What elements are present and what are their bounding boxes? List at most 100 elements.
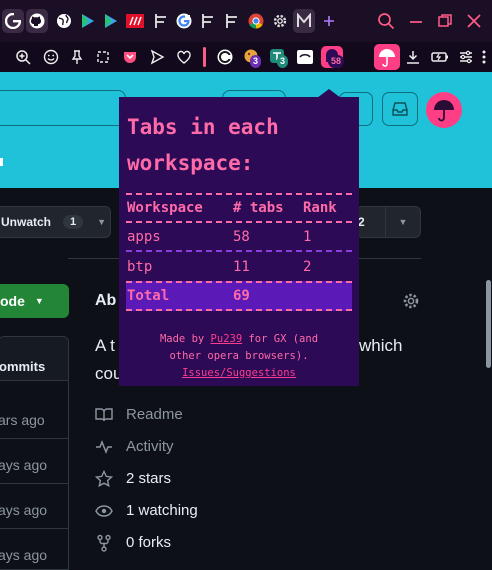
tab-github[interactable]	[26, 9, 48, 33]
avatar[interactable]	[426, 92, 462, 128]
sliders-icon	[460, 50, 472, 64]
new-tab-button[interactable]	[318, 9, 340, 33]
code-button[interactable]: ode ▼	[0, 284, 69, 318]
readme-label: Readme	[126, 406, 183, 423]
stars-label: 2 stars	[126, 470, 172, 487]
tab-tree-2[interactable]	[197, 9, 219, 33]
tab-google-2[interactable]	[173, 9, 195, 33]
description-start: A t	[95, 336, 115, 355]
pocket-button[interactable]	[119, 46, 141, 68]
gear-icon	[403, 293, 419, 309]
tab-google[interactable]	[2, 9, 24, 33]
forks-label: 0 forks	[126, 534, 172, 551]
profile-extension-button[interactable]	[374, 44, 400, 70]
table-row: btp 11 2	[126, 252, 352, 281]
emoji-button[interactable]	[40, 46, 62, 68]
nav-marker	[0, 158, 3, 166]
zoom-icon	[16, 50, 31, 65]
chrome-icon	[248, 13, 264, 29]
extension-a-button[interactable]: 3	[241, 46, 263, 68]
tab-search-button[interactable]	[375, 10, 397, 32]
tab-tree[interactable]	[150, 9, 172, 33]
minimize-button[interactable]	[405, 10, 427, 32]
tab-news[interactable]	[124, 9, 146, 33]
tab-bar	[0, 0, 492, 42]
watching-label: 1 watching	[126, 502, 198, 519]
footer-prefix: Made by	[159, 333, 211, 345]
tab-play-store[interactable]	[77, 9, 99, 33]
play-store-icon	[105, 14, 117, 28]
popup-title: Tabs in each workspace:	[127, 109, 279, 181]
tab-tree-3[interactable]	[221, 9, 243, 33]
minimize-icon	[410, 21, 422, 23]
globe-icon	[57, 14, 71, 28]
fork-dropdown-button[interactable]: ▼	[385, 206, 421, 238]
extension-c-button[interactable]	[214, 46, 236, 68]
close-button[interactable]	[463, 10, 485, 32]
tab-settings[interactable]	[269, 9, 291, 33]
file-age-3: ays ago	[0, 502, 48, 518]
heart-icon	[177, 50, 191, 64]
eye-icon	[95, 505, 113, 517]
pin-icon	[71, 50, 83, 64]
chevron-down-icon: ▼	[398, 217, 408, 227]
search-box[interactable]	[0, 90, 126, 126]
umbrella-icon	[434, 100, 454, 122]
rank: 1	[303, 228, 312, 245]
snapshot-button[interactable]	[92, 46, 114, 68]
popup-title-line2: workspace:	[127, 151, 254, 175]
row-divider	[0, 483, 68, 484]
toolbar-divider	[203, 47, 206, 67]
column-workspace: Workspace	[127, 200, 203, 216]
workspace-name: apps	[127, 228, 161, 245]
file-age-1: ars ago	[0, 412, 45, 428]
more-button[interactable]	[478, 46, 490, 68]
extension-b-badge: 3	[277, 55, 289, 68]
about-settings-button[interactable]	[402, 292, 420, 315]
send-button[interactable]	[146, 46, 168, 68]
restore-button[interactable]	[434, 10, 456, 32]
extension-a-badge: 3	[250, 55, 262, 68]
tab-counter-button[interactable]: 58	[321, 46, 345, 68]
footer-line2: other opera browsers).	[169, 350, 309, 362]
more-vertical-icon	[482, 50, 486, 64]
pin-button[interactable]	[66, 46, 88, 68]
tab-chrome[interactable]	[245, 9, 267, 33]
workspace-m-icon	[297, 13, 311, 27]
tab-globe[interactable]	[53, 9, 75, 33]
extension-b-button[interactable]: 3	[267, 46, 289, 68]
zoom-button[interactable]	[12, 46, 34, 68]
tab-counter-popup: Tabs in each workspace: Workspace # tabs…	[119, 97, 359, 386]
fork-count-button[interactable]: 2	[356, 206, 386, 238]
issues-link[interactable]: Issues/Suggestions	[182, 367, 296, 379]
plus-icon	[324, 16, 334, 26]
commits-link[interactable]: ommits	[0, 359, 45, 374]
inbox-button[interactable]	[382, 92, 418, 126]
favorites-button[interactable]	[173, 46, 195, 68]
total-row: Total 69	[126, 281, 352, 311]
tab-play-store-2[interactable]	[100, 9, 122, 33]
easy-setup-button[interactable]	[455, 46, 477, 68]
extension-mask-button[interactable]	[294, 46, 316, 68]
file-age-4: ays ago	[0, 547, 48, 563]
fork-icon	[97, 534, 111, 552]
download-icon	[407, 51, 419, 64]
unwatch-button[interactable]: Unwatch 1 ▼	[0, 206, 111, 238]
gear-icon	[273, 14, 287, 28]
total-value: 69	[233, 288, 250, 304]
google-icon	[176, 13, 192, 29]
author-link[interactable]: Pu239	[211, 333, 243, 345]
send-icon	[150, 49, 165, 65]
pulse-icon	[96, 439, 112, 455]
battery-saver-button[interactable]	[429, 46, 451, 68]
tab-count: 58	[233, 228, 250, 245]
tab-count: 11	[233, 258, 250, 275]
file-list: ommits ars ago ays ago ays ago ays ago	[0, 336, 69, 570]
description-end: which	[359, 336, 403, 355]
download-button[interactable]	[402, 46, 424, 68]
table-header: Workspace # tabs Rank	[126, 193, 352, 223]
close-icon	[467, 14, 481, 28]
toolbar: 3 3 58	[0, 42, 492, 72]
scrollbar-thumb[interactable]	[486, 280, 491, 368]
tab-workspace-m[interactable]	[293, 9, 315, 33]
